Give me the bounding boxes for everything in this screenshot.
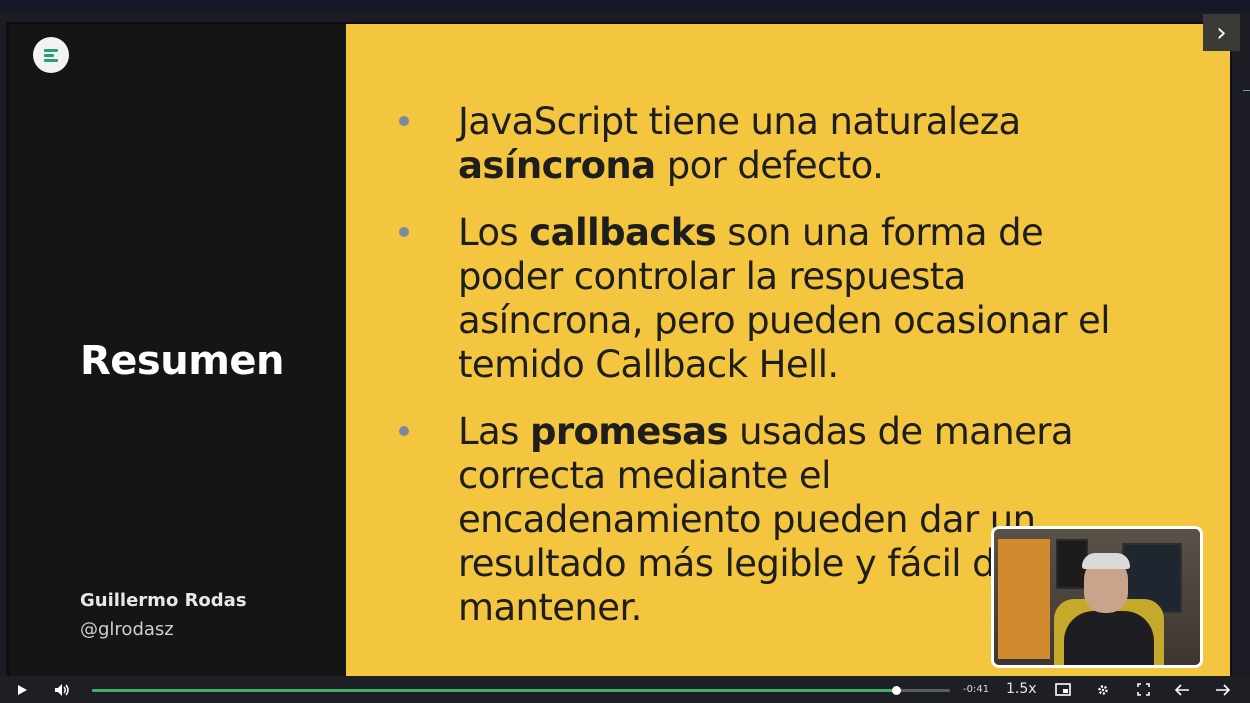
bullet-text: por defecto. (655, 144, 884, 187)
progress-fill (92, 689, 896, 692)
bullet-dot-icon (399, 116, 409, 126)
divider (1243, 90, 1250, 91)
next-slide-button[interactable]: › (1203, 14, 1240, 51)
bullet-dot-icon (399, 227, 409, 237)
play-button[interactable] (10, 676, 34, 703)
video-player: Resumen Guillermo Rodas @glrodasz JavaSc… (0, 0, 1250, 703)
playback-speed-button[interactable]: 1.5x (1006, 676, 1037, 703)
settings-button[interactable] (1092, 676, 1114, 703)
gear-icon (1098, 684, 1108, 695)
slide-title: Resumen (80, 338, 285, 384)
previous-button[interactable] (1170, 676, 1194, 703)
bullet-dot-icon (399, 426, 409, 436)
progress-handle[interactable] (891, 686, 901, 695)
top-bar (0, 0, 1250, 12)
time-remaining: -0:41 (963, 684, 990, 695)
bullet-emphasis: callbacks (529, 211, 717, 254)
instructor-webcam (991, 526, 1203, 668)
arrow-right-icon (1216, 683, 1231, 696)
volume-icon (55, 683, 69, 696)
author-name: Guillermo Rodas (80, 590, 247, 611)
bullet-item: JavaScript tiene una naturaleza asíncron… (395, 100, 1135, 188)
next-button[interactable] (1211, 676, 1235, 703)
picture-in-picture-button[interactable] (1052, 676, 1074, 703)
fullscreen-button[interactable] (1132, 676, 1154, 703)
author-handle: @glrodasz (80, 619, 174, 640)
arrow-left-icon (1174, 683, 1189, 696)
bullet-text: Las (458, 410, 530, 453)
play-icon (18, 684, 27, 695)
picture-in-picture-icon (1055, 683, 1071, 696)
volume-button[interactable] (50, 676, 74, 703)
bullet-text: Los (458, 211, 530, 254)
platzi-logo-icon (33, 37, 69, 73)
bullet-emphasis: asíncrona (458, 144, 656, 187)
bullet-emphasis: promesas (529, 410, 729, 453)
bullet-item: Los callbacks son una forma de poder con… (395, 211, 1135, 387)
fullscreen-icon (1136, 683, 1150, 696)
bullet-text: JavaScript tiene una naturaleza (458, 100, 1021, 143)
